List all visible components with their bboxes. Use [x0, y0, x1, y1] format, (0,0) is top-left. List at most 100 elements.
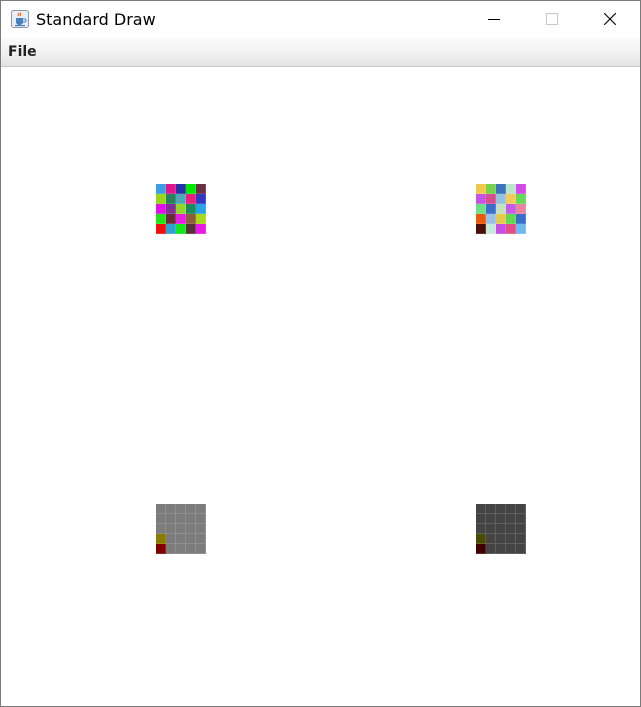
grid-cell — [506, 534, 516, 544]
grid-cell — [186, 524, 196, 534]
title-bar[interactable]: Standard Draw — [1, 1, 640, 38]
grid-cell — [476, 544, 486, 554]
close-icon — [604, 13, 616, 25]
grid-cell — [506, 194, 516, 204]
grid-cell — [496, 224, 506, 234]
grid-cell — [476, 204, 486, 214]
grid-cell — [486, 204, 496, 214]
gray-grid-a — [156, 504, 206, 554]
grid-cell — [166, 194, 176, 204]
grid-cell — [176, 194, 186, 204]
grid-cell — [186, 544, 196, 554]
grid-cell — [516, 204, 526, 214]
grid-cell — [196, 524, 206, 534]
grid-cell — [496, 214, 506, 224]
grid-cell — [496, 524, 506, 534]
grid-cell — [166, 514, 176, 524]
maximize-button[interactable] — [523, 1, 581, 38]
grid-cell — [516, 514, 526, 524]
grid-cell — [496, 184, 506, 194]
grid-cell — [496, 504, 506, 514]
grid-cell — [156, 224, 166, 234]
menu-bar: File — [1, 38, 640, 67]
grid-cell — [176, 504, 186, 514]
minimize-button[interactable] — [465, 1, 523, 38]
grid-cell — [176, 204, 186, 214]
app-window: Standard Draw File — [0, 0, 641, 707]
grid-cell — [176, 514, 186, 524]
grid-cell — [176, 214, 186, 224]
grid-cell — [176, 184, 186, 194]
grid-cell — [166, 214, 176, 224]
grid-cell — [166, 204, 176, 214]
grid-cell — [516, 544, 526, 554]
menu-file[interactable]: File — [8, 43, 37, 61]
grid-cell — [186, 194, 196, 204]
grid-cell — [516, 224, 526, 234]
grid-cell — [516, 524, 526, 534]
window-title: Standard Draw — [36, 10, 156, 29]
grid-cell — [476, 194, 486, 204]
maximize-icon — [546, 13, 558, 25]
grid-cell — [156, 204, 166, 214]
grid-cell — [166, 184, 176, 194]
minimize-icon — [488, 19, 500, 20]
grid-cell — [476, 214, 486, 224]
grid-cell — [186, 204, 196, 214]
grid-cell — [166, 524, 176, 534]
grid-cell — [196, 214, 206, 224]
grid-cell — [476, 534, 486, 544]
grid-cell — [156, 524, 166, 534]
grid-cell — [196, 514, 206, 524]
grid-cell — [506, 524, 516, 534]
grid-cell — [156, 504, 166, 514]
grid-cell — [506, 224, 516, 234]
grid-cell — [186, 514, 196, 524]
grid-cell — [186, 534, 196, 544]
grid-cell — [506, 544, 516, 554]
grid-cell — [476, 184, 486, 194]
grid-cell — [186, 184, 196, 194]
grid-cell — [196, 184, 206, 194]
drawing-canvas[interactable] — [1, 67, 640, 706]
grid-cell — [196, 544, 206, 554]
grid-cell — [196, 194, 206, 204]
grid-cell — [476, 514, 486, 524]
grid-cell — [156, 184, 166, 194]
close-button[interactable] — [581, 1, 639, 38]
grid-cell — [496, 534, 506, 544]
grid-cell — [496, 194, 506, 204]
java-cup-icon — [11, 10, 29, 28]
grid-cell — [476, 524, 486, 534]
grid-cell — [496, 544, 506, 554]
grid-cell — [166, 504, 176, 514]
grid-cell — [496, 204, 506, 214]
grid-cell — [486, 514, 496, 524]
grid-cell — [486, 224, 496, 234]
grid-cell — [516, 534, 526, 544]
grid-cell — [506, 214, 516, 224]
grid-cell — [476, 224, 486, 234]
grid-cell — [506, 204, 516, 214]
grid-cell — [506, 504, 516, 514]
grid-cell — [176, 524, 186, 534]
grid-cell — [486, 524, 496, 534]
grid-cell — [196, 534, 206, 544]
grid-cell — [166, 544, 176, 554]
grid-cell — [486, 534, 496, 544]
grid-cell — [176, 224, 186, 234]
grid-cell — [516, 194, 526, 204]
color-grid-b — [476, 184, 526, 234]
grid-cell — [196, 224, 206, 234]
grid-cell — [176, 534, 186, 544]
grid-cell — [156, 534, 166, 544]
grid-cell — [486, 214, 496, 224]
grid-cell — [496, 514, 506, 524]
grid-cell — [186, 214, 196, 224]
grid-cell — [486, 194, 496, 204]
grid-cell — [476, 504, 486, 514]
grid-cell — [506, 184, 516, 194]
grid-cell — [166, 224, 176, 234]
grid-cell — [516, 504, 526, 514]
grid-cell — [516, 184, 526, 194]
